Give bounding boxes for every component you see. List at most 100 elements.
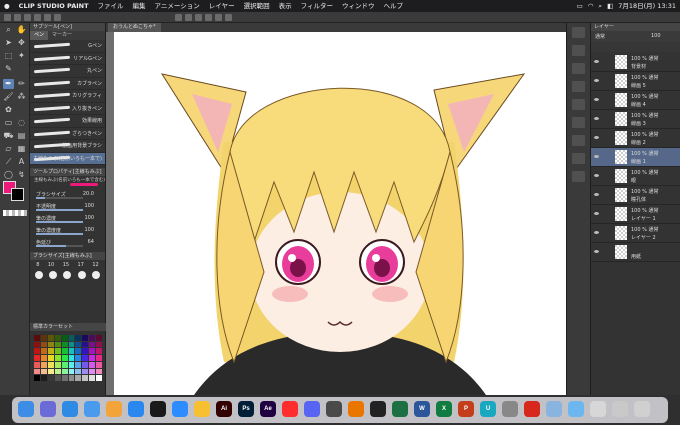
color-wheel-icon[interactable]	[572, 153, 585, 164]
color-swatch[interactable]	[89, 368, 96, 375]
preview-icon[interactable]	[546, 401, 562, 417]
layer-row[interactable]: 100 % 通常 背景材	[591, 53, 680, 72]
color-swatch[interactable]	[47, 341, 54, 348]
property-row[interactable]: 不透明度 100	[30, 200, 105, 212]
eye-icon[interactable]	[594, 155, 599, 158]
launchpad-icon[interactable]	[40, 401, 56, 417]
color-swatch[interactable]	[82, 355, 89, 361]
utility-icon[interactable]: U	[480, 401, 496, 417]
color-swatch[interactable]	[54, 348, 61, 355]
color-swatch[interactable]	[96, 335, 102, 341]
color-swatch[interactable]	[68, 355, 75, 361]
color-swatch[interactable]	[61, 355, 68, 361]
color-swatch[interactable]	[68, 341, 75, 348]
word-icon[interactable]: W	[414, 401, 430, 417]
undo-icon[interactable]	[44, 14, 51, 21]
info-icon[interactable]	[572, 63, 585, 74]
gradient-tool-icon[interactable]: ▤	[16, 131, 27, 141]
layer-row[interactable]: 100 % 通常 線画 2	[591, 129, 680, 148]
clipstudio-icon[interactable]	[194, 401, 210, 417]
onenote-icon[interactable]	[150, 401, 166, 417]
layer-row[interactable]: 100 % 通常 線画 5	[591, 72, 680, 91]
powerpoint-icon[interactable]: P	[458, 401, 474, 417]
photos-icon[interactable]	[106, 401, 122, 417]
color-swatch[interactable]	[82, 348, 89, 355]
eraser-tool-icon[interactable]: ▭	[3, 118, 14, 128]
color-swatch[interactable]	[47, 368, 54, 375]
color-swatch[interactable]	[34, 368, 40, 375]
sub-color-swatch[interactable]	[11, 188, 24, 201]
color-swatch[interactable]	[40, 361, 47, 368]
color-swatch[interactable]	[40, 335, 47, 341]
decoration-tool-icon[interactable]: ✿	[3, 105, 14, 115]
color-swatch[interactable]	[34, 341, 40, 348]
size-preset-dot[interactable]	[91, 271, 100, 279]
color-swatch[interactable]	[89, 355, 96, 361]
color-swatch[interactable]	[96, 355, 102, 361]
eye-icon[interactable]	[594, 250, 599, 253]
tab-pen[interactable]: ペン	[30, 31, 49, 40]
pen-tool-icon[interactable]: ✒	[3, 79, 14, 89]
search-layer-icon[interactable]	[572, 135, 585, 146]
size-preset-label[interactable]: 15	[63, 262, 69, 268]
brush-item[interactable]: 丸ペン	[30, 65, 105, 78]
transform-icon[interactable]	[185, 14, 192, 21]
size-preset-dot[interactable]	[63, 271, 72, 279]
property-slider[interactable]	[36, 209, 83, 211]
photoshop-icon[interactable]: Ps	[238, 401, 254, 417]
layer-row[interactable]: 100 % 通常眼	[591, 167, 680, 186]
selection-icon[interactable]	[195, 14, 202, 21]
correct-line-tool-icon[interactable]: ↯	[16, 170, 27, 180]
history-icon[interactable]	[572, 81, 585, 92]
color-swatch[interactable]	[40, 341, 47, 348]
app-menu[interactable]: CLIP STUDIO PAINT	[19, 0, 89, 12]
control-center-icon[interactable]: ◧	[607, 0, 613, 12]
color-swatch[interactable]	[61, 348, 68, 355]
discord-icon[interactable]	[304, 401, 320, 417]
color-swatch[interactable]	[82, 341, 89, 348]
eye-icon[interactable]	[594, 193, 599, 196]
color-swatch[interactable]	[75, 375, 82, 381]
color-swatch[interactable]	[47, 361, 54, 368]
navigator-icon[interactable]	[572, 27, 585, 38]
eye-icon[interactable]	[594, 117, 599, 120]
layer-row[interactable]: 100 % 通常 線画 4	[591, 91, 680, 110]
hand-tool-icon[interactable]: ✋	[16, 25, 27, 35]
blender-icon[interactable]	[348, 401, 364, 417]
size-preset-label[interactable]: 10	[48, 262, 54, 268]
color-swatch[interactable]	[47, 348, 54, 355]
color-swatch[interactable]	[68, 335, 75, 341]
open-file-icon[interactable]	[24, 14, 31, 21]
color-swatch[interactable]	[82, 368, 89, 375]
color-swatch[interactable]	[89, 335, 96, 341]
mail-icon[interactable]	[84, 401, 100, 417]
color-swatch[interactable]	[54, 355, 61, 361]
color-swatch[interactable]	[75, 355, 82, 361]
tab-marker[interactable]: マーカー	[48, 31, 76, 40]
menu-edit[interactable]: 編集	[133, 0, 146, 12]
fill-tool-icon[interactable]: ⛟	[3, 131, 14, 141]
color-swatch[interactable]	[34, 361, 40, 368]
property-row[interactable]: 色延び 64	[30, 236, 105, 248]
finder-icon[interactable]	[18, 401, 34, 417]
color-swatch[interactable]	[47, 335, 54, 341]
color-swatch[interactable]	[75, 348, 82, 355]
color-swatch[interactable]	[89, 375, 96, 381]
color-swatch[interactable]	[54, 368, 61, 375]
brush-item[interactable]: 入り抜きペン	[30, 103, 105, 115]
property-row[interactable]: 筆の濃度度 100	[30, 224, 105, 236]
invert-icon[interactable]	[215, 14, 222, 21]
color-swatch[interactable]	[61, 341, 68, 348]
brush-item[interactable]: カリグラフィ	[30, 90, 105, 103]
brush-item[interactable]: 主線もみぶ(名前いろも一本で)	[30, 152, 105, 165]
blend-tool-icon[interactable]: ◌	[16, 118, 27, 128]
size-preset-label[interactable]: 12	[92, 262, 98, 268]
color-swatch[interactable]	[89, 348, 96, 355]
select-tool-icon[interactable]: ⬚	[3, 51, 14, 61]
size-preset-dot[interactable]	[49, 271, 58, 279]
youtube-icon[interactable]	[282, 401, 298, 417]
appstore-icon[interactable]	[128, 401, 144, 417]
operation-tool-icon[interactable]: ➤	[3, 38, 14, 48]
menu-file[interactable]: ファイル	[98, 0, 124, 12]
eyedropper-tool-icon[interactable]: ✎	[3, 64, 14, 74]
